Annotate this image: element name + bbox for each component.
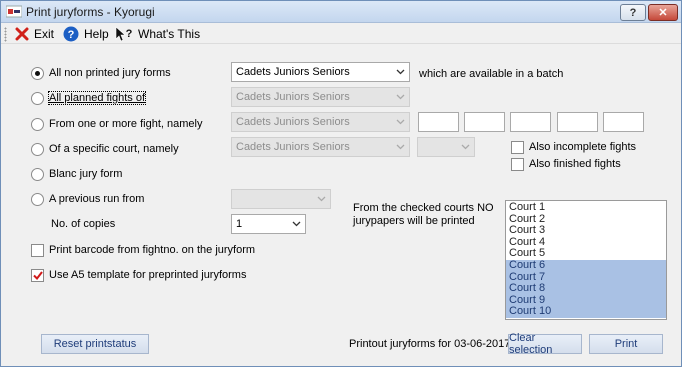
window-title: Print juryforms - Kyorugi (26, 5, 155, 19)
option-all-planned-label: All planned fights of (47, 91, 147, 105)
reset-printstatus-button[interactable]: Reset printstatus (41, 334, 149, 354)
option-specific-court-label: Of a specific court, namely (49, 143, 179, 155)
copies-combo[interactable]: 1 (231, 214, 306, 234)
radio-from-fights[interactable] (31, 117, 44, 131)
fight-number-input-3[interactable] (510, 112, 551, 132)
check-incomplete-label: Also incomplete fights (529, 141, 636, 153)
exit-button[interactable]: Exit (15, 26, 54, 42)
check-a5-label: Use A5 template for preprinted juryforms (49, 269, 247, 281)
printout-date-text: Printout juryforms for 03-06-2017 (349, 338, 511, 350)
chevron-down-icon (392, 138, 409, 156)
chevron-down-icon (313, 190, 330, 208)
checkbox-barcode[interactable] (31, 243, 44, 257)
svg-text:?: ? (68, 29, 75, 41)
courts-note: From the checked courts NO jurypapers wi… (353, 202, 494, 227)
check-finished-label: Also finished fights (529, 158, 621, 170)
toolbar: Exit ? Help ? What's This (1, 24, 681, 44)
court-list-item[interactable]: Court 1 (506, 201, 666, 214)
option-blanc-label: Blanc jury form (49, 168, 123, 180)
checkbox-a5[interactable] (31, 268, 44, 282)
radio-blanc[interactable] (31, 167, 44, 181)
radio-specific-court[interactable] (31, 142, 44, 156)
blue-question-icon: ? (63, 26, 79, 42)
print-juryforms-window: Print juryforms - Kyorugi ? ✕ Exit ? Hel… (0, 0, 682, 367)
chevron-down-icon (457, 138, 474, 156)
exit-label: Exit (34, 27, 55, 41)
title-help-button[interactable]: ? (620, 4, 646, 21)
toolbar-grip[interactable] (4, 27, 7, 42)
court-list-item[interactable]: Court 6 (506, 259, 666, 272)
category-combo-1-value: Cadets Juniors Seniors (236, 66, 350, 78)
option-previous-run[interactable]: A previous run from (31, 191, 144, 207)
radio-previous-run[interactable] (31, 192, 44, 206)
help-button[interactable]: ? Help (63, 26, 109, 42)
title-close-button[interactable]: ✕ (648, 4, 678, 21)
option-previous-run-label: A previous run from (49, 193, 145, 205)
radio-all-planned[interactable] (31, 91, 44, 105)
svg-text:?: ? (126, 28, 133, 40)
category-combo-4[interactable]: Cadets Juniors Seniors (231, 137, 410, 157)
app-icon (6, 5, 22, 18)
court-combo[interactable] (417, 137, 475, 157)
court-list-item[interactable]: Court 8 (506, 283, 666, 295)
clear-selection-button[interactable]: Clear selection (508, 332, 582, 356)
category-combo-3-value: Cadets Juniors Seniors (236, 116, 350, 128)
batch-text: which are available in a batch (419, 68, 564, 80)
check-a5[interactable]: Use A5 template for preprinted juryforms (31, 267, 246, 283)
option-all-planned[interactable]: All planned fights of (31, 90, 147, 106)
print-button[interactable]: Print (589, 334, 663, 354)
category-combo-3[interactable]: Cadets Juniors Seniors (231, 112, 410, 132)
option-blanc[interactable]: Blanc jury form (31, 166, 122, 182)
copies-combo-value: 1 (236, 218, 243, 230)
whats-this-button[interactable]: ? What's This (115, 26, 200, 42)
check-mark-icon (32, 270, 43, 280)
category-combo-1[interactable]: Cadets Juniors Seniors (231, 62, 410, 82)
whats-this-label: What's This (138, 27, 201, 41)
option-specific-court[interactable]: Of a specific court, namely (31, 141, 179, 157)
fight-number-input-1[interactable] (418, 112, 459, 132)
checkbox-incomplete[interactable] (511, 140, 524, 154)
courts-listbox[interactable]: Court 1 Court 2 Court 3 Court 4 Court 5 Court… (505, 200, 667, 320)
option-from-fights-label: From one or more fight, namely (49, 118, 203, 130)
red-x-icon (15, 27, 29, 41)
chevron-down-icon (288, 215, 305, 233)
category-combo-2[interactable]: Cadets Juniors Seniors (231, 87, 410, 107)
radio-all-non-printed[interactable] (31, 66, 44, 80)
previous-run-combo[interactable] (231, 189, 331, 209)
option-from-fights[interactable]: From one or more fight, namely (31, 116, 202, 132)
check-finished[interactable]: Also finished fights (511, 156, 621, 172)
fight-number-input-4[interactable] (557, 112, 598, 132)
category-combo-4-value: Cadets Juniors Seniors (236, 141, 350, 153)
category-combo-2-value: Cadets Juniors Seniors (236, 91, 350, 103)
check-barcode-label: Print barcode from fightno. on the juryf… (49, 244, 256, 256)
check-incomplete[interactable]: Also incomplete fights (511, 139, 636, 155)
court-list-item[interactable]: Court 10 (506, 306, 666, 318)
chevron-down-icon (392, 88, 409, 106)
checkbox-finished[interactable] (511, 157, 524, 171)
fight-number-input-2[interactable] (464, 112, 505, 132)
check-barcode[interactable]: Print barcode from fightno. on the juryf… (31, 242, 255, 258)
title-bar: Print juryforms - Kyorugi ? ✕ (1, 1, 681, 23)
help-label: Help (84, 27, 109, 41)
option-all-non-printed-label: All non printed jury forms (49, 67, 171, 79)
chevron-down-icon (392, 113, 409, 131)
fight-number-input-5[interactable] (603, 112, 644, 132)
cursor-question-icon: ? (115, 26, 133, 42)
option-all-non-printed[interactable]: All non printed jury forms (31, 65, 171, 81)
copies-label: No. of copies (51, 218, 116, 230)
chevron-down-icon (392, 63, 409, 81)
